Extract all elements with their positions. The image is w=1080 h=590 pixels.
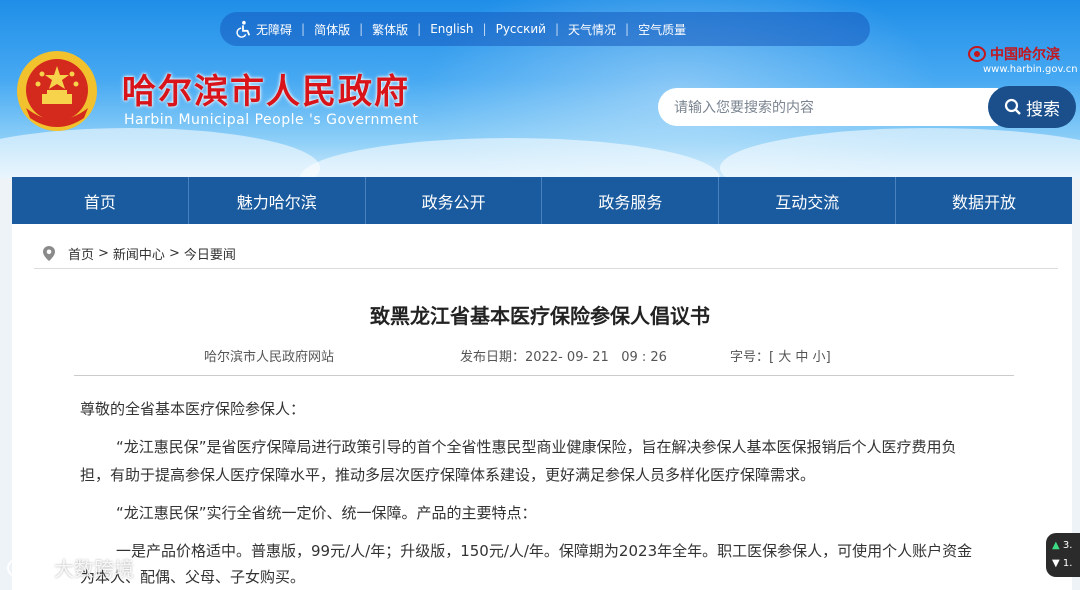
site-title[interactable]: 哈尔滨市人民政府 bbox=[122, 64, 410, 113]
article-date: 发布日期：2022- 09- 21 09 : 26 bbox=[460, 346, 667, 365]
national-emblem-icon[interactable] bbox=[14, 48, 100, 134]
arrow-down-icon: ▼ bbox=[1052, 558, 1060, 569]
nav-gov-affairs-open[interactable]: 政务公开 bbox=[366, 177, 543, 224]
topbar-traditional[interactable]: 繁体版 bbox=[363, 21, 417, 38]
nav-open-data[interactable]: 数据开放 bbox=[896, 177, 1072, 224]
accessibility-icon[interactable] bbox=[234, 20, 252, 38]
date-label: 发布日期： bbox=[460, 350, 526, 365]
article-greeting: 尊敬的全省基本医疗保险参保人： bbox=[80, 400, 306, 418]
font-size-control: 字号：[ 大 中 小] bbox=[730, 346, 831, 365]
breadcrumb: 首页 > 新闻中心 > 今日要闻 bbox=[40, 244, 236, 263]
topbar-russian[interactable]: Русский bbox=[487, 22, 555, 36]
floating-widget[interactable]: ▲ 3. ▼ 1. bbox=[1046, 533, 1080, 577]
font-size-small[interactable]: 小 bbox=[813, 350, 826, 365]
top-utility-bar: 无障碍 | 简体版 | 繁体版 | English | Русский | 天气… bbox=[220, 12, 870, 46]
brand-text: 中国哈尔滨 bbox=[990, 47, 1060, 63]
harbin-brand-icon bbox=[968, 46, 986, 62]
breadcrumb-today-news[interactable]: 今日要闻 bbox=[184, 244, 236, 263]
nav-interaction[interactable]: 互动交流 bbox=[719, 177, 897, 224]
topbar-air-quality[interactable]: 空气质量 bbox=[629, 21, 695, 38]
article-paragraph-3-line-2: 为本人、配偶、父母、子女购买。 bbox=[80, 568, 306, 586]
font-size-large[interactable]: 大 bbox=[778, 350, 791, 365]
banner-cloud bbox=[0, 128, 320, 178]
widget-line-1: ▲ 3. bbox=[1052, 537, 1080, 555]
site-subtitle: Harbin Municipal People 's Government bbox=[124, 112, 419, 128]
nav-home[interactable]: 首页 bbox=[12, 177, 189, 224]
topbar-english[interactable]: English bbox=[421, 22, 482, 36]
watermark-text: 大数跨境 bbox=[54, 557, 134, 581]
widget-value-2: 1. bbox=[1062, 558, 1073, 569]
font-size-bracket-close: ] bbox=[825, 350, 831, 365]
search-icon bbox=[1004, 98, 1021, 115]
topbar-simplified[interactable]: 简体版 bbox=[305, 21, 359, 38]
breadcrumb-news-center[interactable]: 新闻中心 bbox=[113, 244, 165, 263]
article-paragraph-2: “龙江惠民保”实行全省统一定价、统一保障。产品的主要特点： bbox=[116, 504, 537, 522]
meta-divider bbox=[74, 375, 1014, 376]
breadcrumb-home[interactable]: 首页 bbox=[68, 244, 94, 263]
widget-line-2: ▼ 1. bbox=[1052, 555, 1080, 573]
article-paragraph-3-line-1: 一是产品价格适中。普惠版，99元/人/年；升级版，150元/人/年。保障期为20… bbox=[116, 542, 973, 560]
topbar-weather[interactable]: 天气情况 bbox=[559, 21, 625, 38]
search-input[interactable]: 请输入您要搜索的内容 bbox=[658, 88, 998, 126]
article-paragraph-1-line-2: 担，有助于提高参保人医疗保障水平，推动多层次医疗保障体系建设，更好满足参保人员多… bbox=[80, 466, 816, 484]
breadcrumb-divider bbox=[34, 268, 1058, 269]
date-value: 2022- 09- 21 09 : 26 bbox=[525, 350, 667, 365]
search-button[interactable]: 搜索 bbox=[988, 86, 1076, 128]
article-title: 致黑龙江省基本医疗保险参保人倡议书 bbox=[370, 304, 710, 328]
breadcrumb-separator: > bbox=[98, 246, 109, 261]
breadcrumb-separator: > bbox=[168, 246, 180, 261]
nav-charm-harbin[interactable]: 魅力哈尔滨 bbox=[189, 177, 366, 224]
topbar-accessibility[interactable]: 无障碍 bbox=[256, 21, 301, 38]
brand-url: www.harbin.gov.cn bbox=[983, 64, 1078, 75]
main-nav: 首页 魅力哈尔滨 政务公开 政务服务 互动交流 数据开放 bbox=[12, 177, 1072, 224]
article-paragraph-1-line-1: “龙江惠民保”是省医疗保障局进行政策引导的首个全省性惠民型商业健康保险，旨在解决… bbox=[116, 438, 957, 456]
search-button-label: 搜索 bbox=[1026, 99, 1060, 120]
nav-gov-services[interactable]: 政务服务 bbox=[542, 177, 720, 224]
font-size-medium[interactable]: 中 bbox=[795, 350, 808, 365]
font-size-bracket-open: [ bbox=[769, 350, 775, 365]
watermark-logo-icon bbox=[7, 558, 47, 577]
location-pin-icon bbox=[43, 245, 55, 261]
watermark: 大数跨境 bbox=[6, 553, 134, 582]
article-source: 哈尔滨市人民政府网站 bbox=[204, 350, 335, 365]
arrow-up-icon: ▲ bbox=[1052, 540, 1060, 551]
widget-value-1: 3. bbox=[1062, 540, 1073, 551]
font-size-label: 字号： bbox=[730, 350, 770, 365]
